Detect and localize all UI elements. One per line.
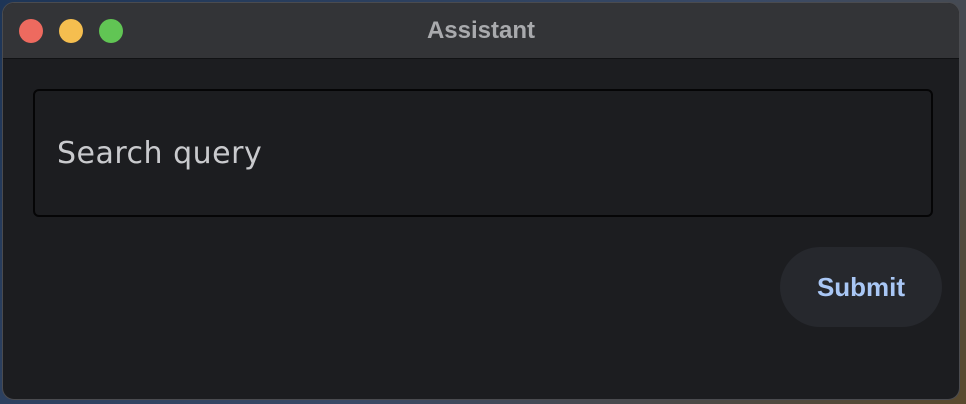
submit-button[interactable]: Submit — [780, 247, 942, 327]
search-field[interactable] — [33, 89, 933, 217]
window-title: Assistant — [426, 17, 536, 44]
title-bar[interactable]: Assistant — [3, 3, 959, 59]
search-input[interactable] — [57, 91, 915, 215]
desktop-background: Assistant Submit — [0, 0, 966, 404]
assistant-window: Assistant Submit — [2, 2, 960, 400]
